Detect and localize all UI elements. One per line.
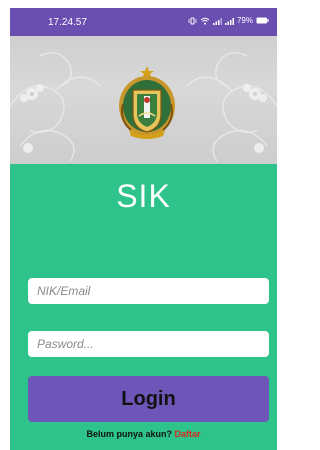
status-time: 17.24.57 <box>48 17 87 28</box>
header-banner <box>10 36 277 164</box>
signal-icon <box>224 17 234 25</box>
register-prompt: Belum punya akun? <box>86 429 172 439</box>
password-input[interactable] <box>28 331 269 357</box>
coat-of-arms-icon <box>119 66 175 139</box>
register-prompt-line: Belum punya akun? Daftar <box>10 429 277 439</box>
status-icons: 79% <box>188 16 269 25</box>
nik-email-input[interactable] <box>28 278 269 304</box>
app-title: SIK <box>116 178 171 214</box>
register-link[interactable]: Daftar <box>175 429 201 439</box>
vibrate-icon <box>188 17 197 25</box>
battery-icon <box>256 17 269 24</box>
status-bar: 17.24.57 79% <box>10 8 277 36</box>
battery-percent: 79% <box>236 16 253 25</box>
signal-icon <box>212 17 222 25</box>
wifi-icon <box>200 17 210 25</box>
login-button[interactable]: Login <box>28 376 269 422</box>
app-screen: 17.24.57 79% SIK NIK/Email Login Belum p… <box>10 8 277 450</box>
